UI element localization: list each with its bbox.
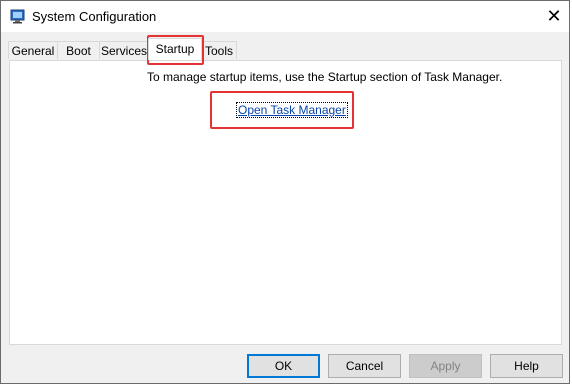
cancel-button[interactable]: Cancel [328, 354, 401, 378]
title-bar: System Configuration ✕ [1, 1, 569, 32]
startup-panel: To manage startup items, use the Startup… [9, 60, 562, 345]
open-task-manager-link[interactable]: Open Task Manager [236, 102, 348, 118]
system-configuration-window: System Configuration ✕ General Boot Serv… [0, 0, 570, 384]
system-config-icon [10, 9, 25, 24]
ok-button[interactable]: OK [247, 354, 320, 378]
help-button[interactable]: Help [490, 354, 563, 378]
startup-message: To manage startup items, use the Startup… [147, 70, 503, 84]
tab-general[interactable]: General [8, 41, 58, 59]
tab-tools[interactable]: Tools [201, 41, 237, 59]
close-icon: ✕ [546, 6, 562, 26]
apply-button: Apply [409, 354, 482, 378]
tab-boot[interactable]: Boot [57, 41, 100, 59]
window-title: System Configuration [32, 9, 157, 24]
tab-services[interactable]: Services [99, 41, 149, 59]
tab-startup[interactable]: Startup [148, 38, 202, 60]
close-button[interactable]: ✕ [539, 1, 569, 32]
